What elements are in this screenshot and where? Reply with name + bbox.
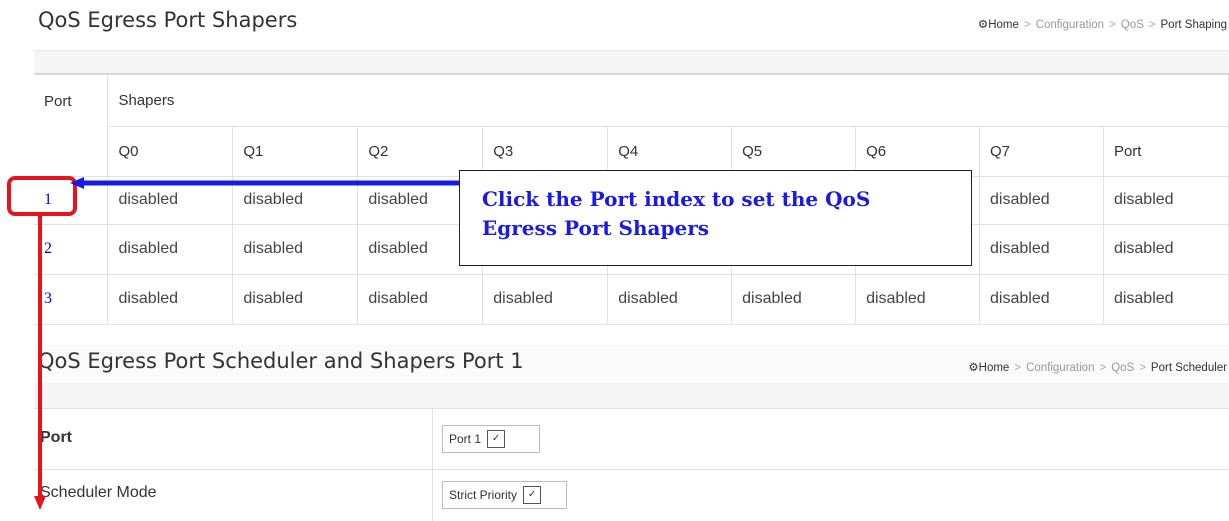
red-arrowhead <box>34 496 46 510</box>
annotation-overlay <box>7 176 459 510</box>
highlight-box <box>7 176 77 216</box>
